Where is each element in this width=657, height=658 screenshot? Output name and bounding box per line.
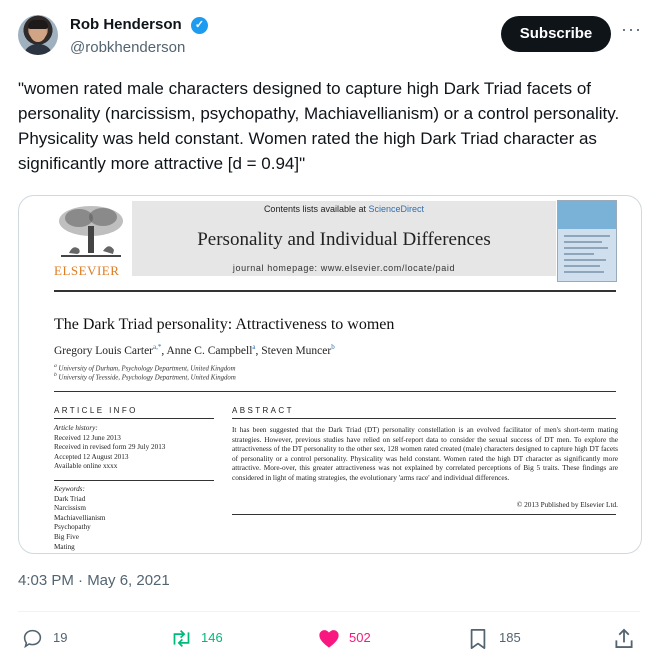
article-title: The Dark Triad personality: Attractivene…	[54, 316, 395, 333]
attached-image[interactable]: ELSEVIER Contents lists available at Sci…	[18, 195, 642, 554]
keyword: Dark Triad	[54, 494, 86, 503]
contents-line: Contents lists available at ScienceDirec…	[132, 204, 556, 214]
actions-divider	[18, 611, 640, 612]
divider	[54, 418, 214, 419]
article-authors: Gregory Louis Cartera,*, Anne C. Campbel…	[54, 343, 335, 357]
subscribe-button[interactable]: Subscribe	[501, 16, 611, 52]
tweet-header: Rob Henderson ✓ @robkhenderson Subscribe…	[18, 14, 641, 58]
retweet-button[interactable]: 146	[170, 626, 240, 650]
author-3: Steven Muncer	[261, 344, 332, 357]
affiliation-a-sup: a	[54, 363, 57, 369]
like-button[interactable]: 502	[318, 626, 388, 650]
history-available: Available online xxxx	[54, 462, 118, 471]
keyword: Big Five	[54, 532, 79, 541]
divider	[54, 391, 616, 392]
sciencedirect-link: ScienceDirect	[368, 204, 425, 214]
affiliation-b-sup: b	[54, 372, 57, 378]
divider	[54, 290, 616, 292]
divider	[54, 480, 214, 481]
abstract-heading: ABSTRACT	[232, 406, 294, 415]
journal-banner: Contents lists available at ScienceDirec…	[132, 201, 556, 276]
bookmark-count: 185	[499, 630, 521, 645]
divider	[232, 418, 616, 419]
keyword: Narcissism	[54, 504, 86, 513]
author-3-sup: b	[331, 343, 335, 351]
reply-icon	[23, 629, 42, 649]
journal-cover-thumbnail	[557, 200, 617, 282]
affiliation-b: b University of Teesside, Psychology Dep…	[54, 372, 236, 381]
bookmark-icon	[470, 628, 486, 650]
bookmark-button[interactable]: 185	[468, 626, 538, 650]
verified-badge-icon: ✓	[191, 17, 208, 34]
author-1: Gregory Louis Carter	[54, 344, 153, 357]
keyword: Psychopathy	[54, 523, 91, 532]
heart-icon	[319, 630, 339, 648]
author-handle[interactable]: @robkhenderson	[70, 39, 185, 56]
history-accepted: Accepted 12 August 2013	[54, 452, 129, 461]
tweet-text: "women rated male characters designed to…	[18, 79, 620, 173]
retweet-icon	[173, 630, 190, 647]
affiliation-a: a University of Durham, Psychology Depar…	[54, 363, 235, 372]
affiliation-b-text: University of Teesside, Psychology Depar…	[58, 374, 236, 382]
history-label: Article history:	[54, 424, 98, 432]
avatar[interactable]	[18, 15, 58, 55]
keyword: Machiavellianism	[54, 513, 106, 522]
article-info-heading: ARTICLE INFO	[54, 406, 138, 415]
like-count: 502	[349, 630, 371, 645]
contents-prefix: Contents lists available at	[263, 204, 366, 214]
keywords-label: Keywords:	[54, 485, 85, 493]
history-received: Received 12 June 2013	[54, 433, 121, 442]
reply-count: 19	[53, 630, 68, 645]
author-name[interactable]: Rob Henderson	[70, 16, 182, 33]
share-icon	[615, 628, 633, 648]
keywords: Keywords: Dark Triad Narcissism Machiave…	[54, 485, 106, 552]
publisher-logo: ELSEVIER	[54, 263, 120, 278]
reply-button[interactable]: 19	[22, 626, 82, 650]
retweet-count: 146	[201, 630, 223, 645]
keyword: Mating	[54, 542, 75, 551]
paper-screenshot: ELSEVIER Contents lists available at Sci…	[19, 196, 641, 553]
divider	[232, 514, 616, 515]
copyright-line: © 2013 Published by Elsevier Ltd.	[516, 500, 618, 509]
article-history: Article history: Received 12 June 2013 R…	[54, 424, 165, 472]
journal-title: Personality and Individual Differences	[197, 229, 491, 250]
abstract-text: It has been suggested that the Dark Tria…	[232, 425, 618, 482]
journal-homepage: journal homepage: www.elsevier.com/locat…	[232, 263, 456, 273]
share-button[interactable]	[614, 626, 638, 650]
more-options-icon[interactable]: ···	[621, 18, 641, 48]
elsevier-tree-logo	[59, 206, 123, 257]
tweet-timestamp[interactable]: 4:03 PM · May 6, 2021	[18, 572, 170, 589]
history-revised: Received in revised form 29 July 2013	[54, 443, 166, 452]
author-2: Anne C. Campbell	[166, 344, 253, 357]
